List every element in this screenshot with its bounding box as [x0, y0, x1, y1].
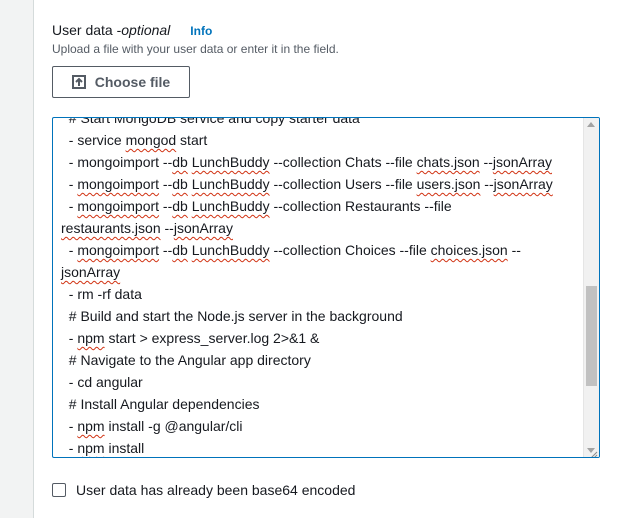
code-text: # Build and start the Node.js server in … — [61, 308, 403, 324]
code-text: # Install Angular dependencies — [61, 396, 260, 412]
choose-file-label: Choose file — [94, 74, 171, 90]
spellcheck-word: mongoimport — [77, 242, 160, 258]
code-line: # Navigate to the Angular app directory — [61, 349, 581, 371]
scrollbar-thumb[interactable] — [586, 286, 597, 386]
code-text: - rm -rf data — [61, 286, 142, 302]
spellcheck-word: chats.json — [416, 154, 480, 170]
code-text: --collection Users --file — [269, 176, 417, 192]
spellcheck-word: jsonArray — [173, 220, 233, 236]
code-text: --collection Chats --file — [269, 154, 417, 170]
code-line: - mongoimport --db LunchBuddy --collecti… — [61, 195, 581, 217]
user-data-textarea[interactable]: # Start MongoDB service and copy starter… — [52, 117, 600, 458]
code-text: - — [61, 440, 78, 456]
spellcheck-word: npm — [77, 418, 105, 434]
base64-checkbox-label: User data has already been base64 encode… — [76, 482, 356, 498]
spellcheck-word: npm — [77, 440, 105, 456]
optional-label: optional — [121, 22, 171, 38]
spellcheck-word: LunchBuddy — [191, 176, 270, 192]
code-text: - mongoimport -- — [61, 154, 173, 170]
code-text: install -g @angular/cli — [104, 418, 243, 434]
code-line: restaurants.json --jsonArray — [61, 217, 581, 239]
spellcheck-word: db — [172, 242, 188, 258]
code-line: - cd angular — [61, 371, 581, 393]
upload-icon — [71, 75, 86, 89]
spellcheck-word: db — [172, 198, 188, 214]
code-line: - rm -rf data — [61, 283, 581, 305]
scroll-up-arrow-icon[interactable] — [587, 122, 595, 127]
spellcheck-word: mongoimport — [77, 176, 160, 192]
code-line: # Install Angular dependencies — [61, 393, 581, 415]
field-description: Upload a file with your user data or ent… — [52, 42, 339, 56]
code-text: -- — [159, 242, 173, 258]
code-text: install — [104, 440, 145, 456]
user-data-panel: User data - optional Info Upload a file … — [33, 0, 643, 518]
spellcheck-word: mongoimport — [77, 198, 160, 214]
code-text: start — [176, 132, 208, 148]
code-line: - mongoimport --db LunchBuddy --collecti… — [61, 239, 581, 261]
spellcheck-word: mongod — [125, 132, 177, 148]
base64-checkbox-row: User data has already been base64 encode… — [52, 482, 355, 498]
code-text: -- — [507, 242, 521, 258]
code-text: - — [61, 176, 78, 192]
code-line: # Start MongoDB service and copy starter… — [61, 117, 581, 129]
spellcheck-word: restaurants.json — [61, 220, 161, 236]
textarea-scrollbar[interactable] — [583, 118, 599, 457]
spellcheck-word: jsonArray — [493, 176, 553, 192]
code-text: - — [61, 330, 78, 346]
code-text: # Start MongoDB service and copy starter… — [61, 117, 360, 126]
field-label: User data - — [52, 22, 122, 38]
spellcheck-word: db — [172, 154, 188, 170]
spellcheck-word: LunchBuddy — [191, 154, 270, 170]
spellcheck-word: choices.json — [430, 242, 508, 258]
code-text: - — [61, 242, 78, 258]
code-text: start > express_server.log 2>&1 & — [104, 330, 320, 346]
code-text: -- — [160, 220, 174, 236]
code-line: - npm install -g @angular/cli — [61, 415, 581, 437]
spellcheck-word: LunchBuddy — [191, 242, 270, 258]
spellcheck-word: LunchBuddy — [191, 198, 270, 214]
spellcheck-word: npm — [77, 330, 105, 346]
code-text: - service — [61, 132, 126, 148]
code-line: # Build and start the Node.js server in … — [61, 305, 581, 327]
info-link[interactable]: Info — [190, 24, 212, 38]
code-text: -- — [159, 198, 173, 214]
code-line: - service mongod start — [61, 129, 581, 151]
resize-grip-icon[interactable] — [588, 446, 598, 457]
user-data-label-row: User data - optional Info — [52, 22, 212, 38]
code-text: -- — [159, 176, 173, 192]
code-text: # Navigate to the Angular app directory — [61, 352, 311, 368]
spellcheck-word: db — [172, 176, 188, 192]
code-text: --collection Choices --file — [269, 242, 431, 258]
code-line: jsonArray — [61, 261, 581, 283]
code-text: --collection Restaurants --file — [269, 198, 452, 214]
code-line: - npm install — [61, 437, 581, 457]
code-text: - — [61, 198, 78, 214]
code-text: - — [61, 418, 78, 434]
code-line: - mongoimport --db LunchBuddy --collecti… — [61, 173, 581, 195]
spellcheck-word: users.json — [416, 176, 481, 192]
base64-checkbox[interactable] — [52, 483, 66, 497]
code-text: -- — [479, 154, 493, 170]
choose-file-button[interactable]: Choose file — [52, 66, 190, 98]
spellcheck-word: jsonArray — [492, 154, 553, 170]
spellcheck-word: jsonArray — [61, 264, 121, 280]
user-data-content: # Start MongoDB service and copy starter… — [61, 117, 581, 457]
code-text: -- — [480, 176, 494, 192]
code-line: - mongoimport --db LunchBuddy --collecti… — [61, 151, 581, 173]
code-line: - npm start > express_server.log 2>&1 & — [61, 327, 581, 349]
code-text: - cd angular — [61, 374, 143, 390]
